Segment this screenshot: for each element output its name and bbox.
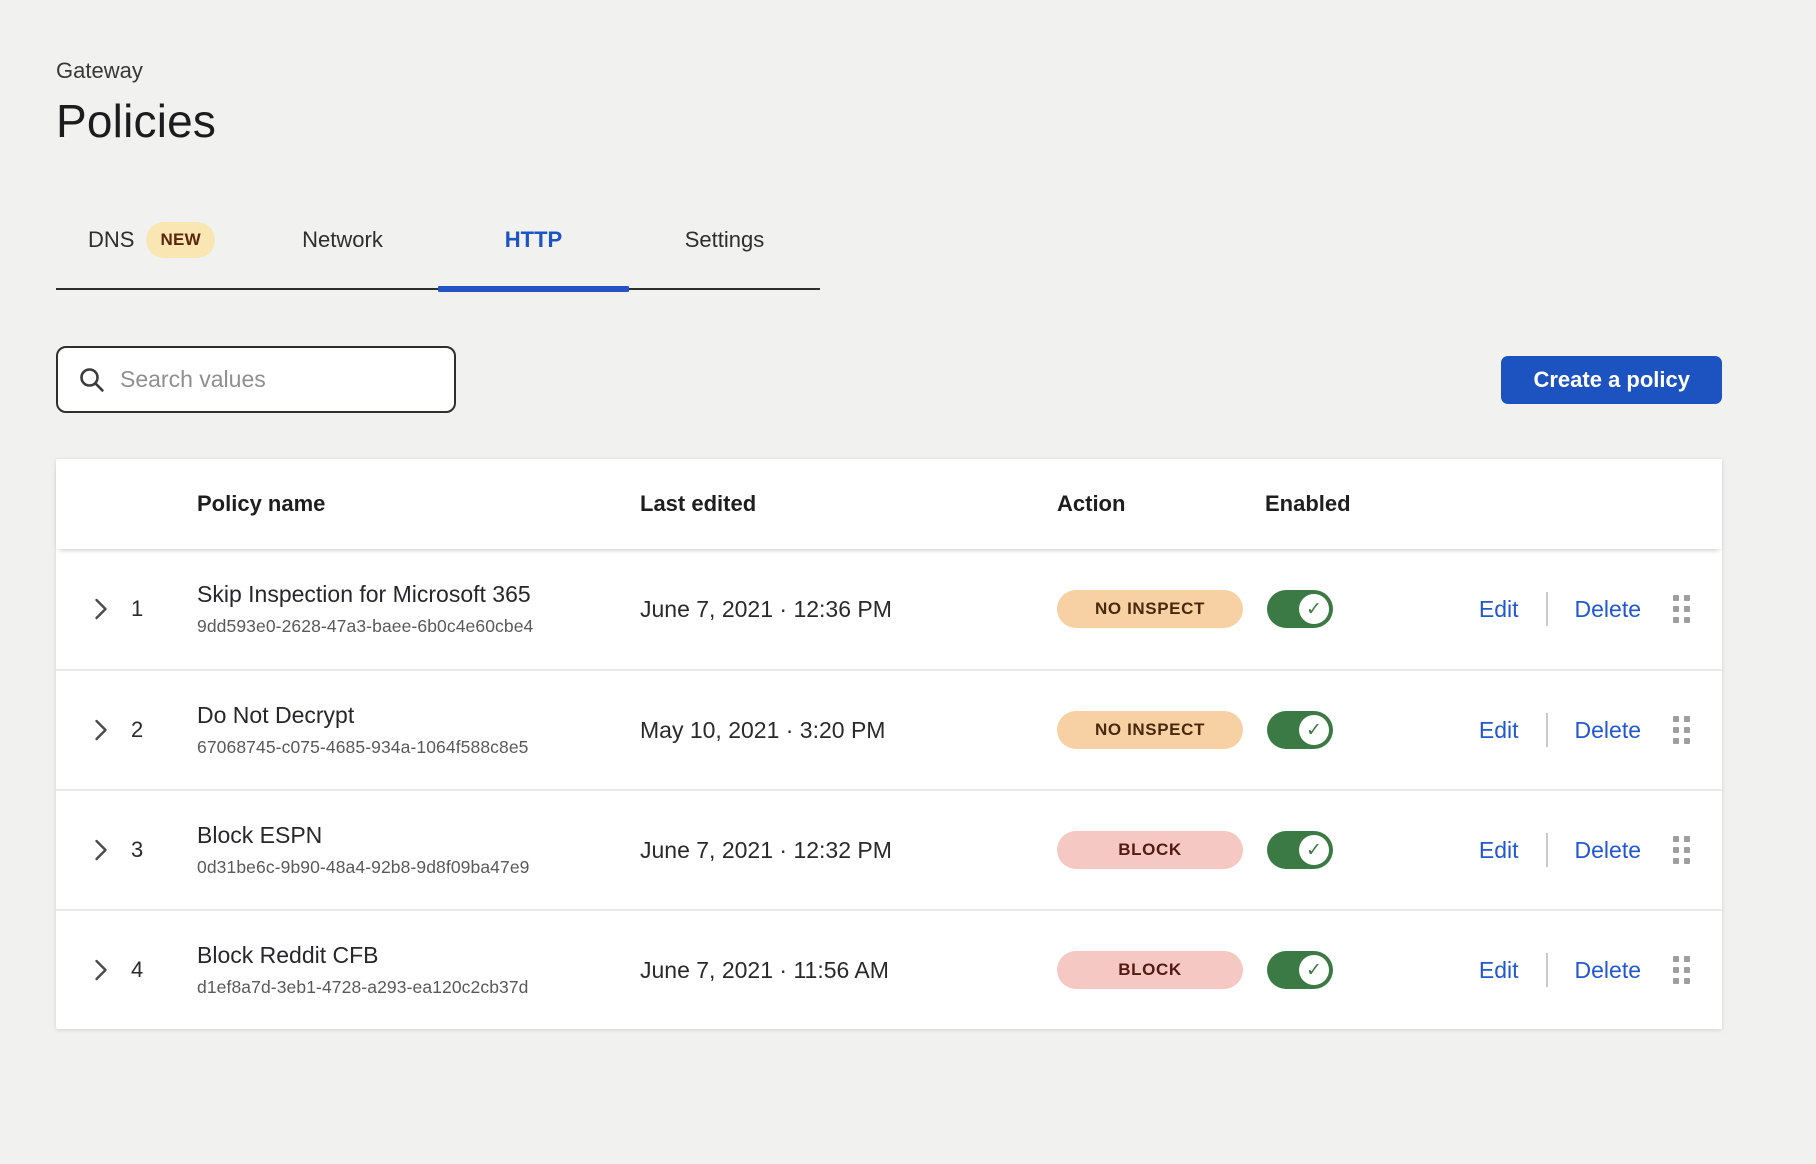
tab-new-badge: NEW <box>146 222 215 258</box>
policy-name: Do Not Decrypt <box>197 702 640 729</box>
row-actions: Edit Delete <box>1455 833 1722 867</box>
toolbar: Create a policy <box>56 346 1722 413</box>
enabled-toggle[interactable]: ✓ <box>1267 590 1333 628</box>
edit-link[interactable]: Edit <box>1479 717 1519 744</box>
delete-link[interactable]: Delete <box>1575 596 1641 623</box>
tab-label: HTTP <box>505 227 562 253</box>
column-header-action: Action <box>1057 491 1265 517</box>
policy-name-cell: Block Reddit CFB d1ef8a7d-3eb1-4728-a293… <box>197 942 640 998</box>
action-badge: BLOCK <box>1057 831 1243 869</box>
drag-handle-icon[interactable] <box>1673 595 1690 623</box>
action-cell: BLOCK <box>1057 831 1265 869</box>
table-row: 1 Skip Inspection for Microsoft 365 9dd5… <box>56 549 1722 669</box>
column-header-policy-name: Policy name <box>197 491 640 517</box>
column-header-enabled: Enabled <box>1265 491 1455 517</box>
breadcrumb: Gateway <box>56 58 1722 84</box>
table-row: 4 Block Reddit CFB d1ef8a7d-3eb1-4728-a2… <box>56 909 1722 1029</box>
table-row: 2 Do Not Decrypt 67068745-c075-4685-934a… <box>56 669 1722 789</box>
last-edited: June 7, 2021 · 11:56 AM <box>640 957 1057 984</box>
action-cell: NO INSPECT <box>1057 711 1265 749</box>
column-header-last-edited: Last edited <box>640 491 1057 517</box>
chevron-right-icon <box>94 838 108 862</box>
policy-name-cell: Do Not Decrypt 67068745-c075-4685-934a-1… <box>197 702 640 758</box>
action-divider <box>1546 713 1548 747</box>
enabled-toggle[interactable]: ✓ <box>1267 951 1333 989</box>
row-actions: Edit Delete <box>1455 953 1722 987</box>
row-number: 4 <box>131 957 197 983</box>
action-divider <box>1546 833 1548 867</box>
row-actions: Edit Delete <box>1455 592 1722 626</box>
enabled-cell: ✓ <box>1265 831 1455 869</box>
action-divider <box>1546 592 1548 626</box>
enabled-toggle[interactable]: ✓ <box>1267 711 1333 749</box>
tab-label: Network <box>302 227 383 253</box>
check-icon: ✓ <box>1299 835 1329 865</box>
drag-handle-icon[interactable] <box>1673 956 1690 984</box>
policy-name-cell: Skip Inspection for Microsoft 365 9dd593… <box>197 581 640 637</box>
create-policy-button[interactable]: Create a policy <box>1501 356 1722 404</box>
tab-settings[interactable]: Settings <box>629 212 820 288</box>
table-body: 1 Skip Inspection for Microsoft 365 9dd5… <box>56 549 1722 1029</box>
delete-link[interactable]: Delete <box>1575 957 1641 984</box>
policy-uuid: 67068745-c075-4685-934a-1064f588c8e5 <box>197 737 640 758</box>
search-box[interactable] <box>56 346 456 413</box>
action-cell: NO INSPECT <box>1057 590 1265 628</box>
drag-handle-icon[interactable] <box>1673 836 1690 864</box>
expand-row-button[interactable] <box>56 718 131 742</box>
gateway-policies-page: Gateway Policies DNS NEW Network HTTP Se… <box>0 0 1816 1164</box>
policies-table: Policy name Last edited Action Enabled 1… <box>56 459 1722 1029</box>
tab-network[interactable]: Network <box>247 212 438 288</box>
tab-label: DNS <box>88 227 134 253</box>
table-row: 3 Block ESPN 0d31be6c-9b90-48a4-92b8-9d8… <box>56 789 1722 909</box>
last-edited: May 10, 2021 · 3:20 PM <box>640 717 1057 744</box>
delete-link[interactable]: Delete <box>1575 837 1641 864</box>
enabled-toggle[interactable]: ✓ <box>1267 831 1333 869</box>
action-badge: NO INSPECT <box>1057 590 1243 628</box>
action-badge: NO INSPECT <box>1057 711 1243 749</box>
drag-handle-icon[interactable] <box>1673 716 1690 744</box>
action-cell: BLOCK <box>1057 951 1265 989</box>
last-edited: June 7, 2021 · 12:32 PM <box>640 837 1057 864</box>
tab-http[interactable]: HTTP <box>438 212 629 288</box>
action-badge: BLOCK <box>1057 951 1243 989</box>
policy-uuid: d1ef8a7d-3eb1-4728-a293-ea120c2cb37d <box>197 977 640 998</box>
policy-name-cell: Block ESPN 0d31be6c-9b90-48a4-92b8-9d8f0… <box>197 822 640 878</box>
policy-name: Block Reddit CFB <box>197 942 640 969</box>
delete-link[interactable]: Delete <box>1575 717 1641 744</box>
chevron-right-icon <box>94 958 108 982</box>
enabled-cell: ✓ <box>1265 590 1455 628</box>
enabled-cell: ✓ <box>1265 711 1455 749</box>
check-icon: ✓ <box>1299 594 1329 624</box>
row-number: 2 <box>131 717 197 743</box>
edit-link[interactable]: Edit <box>1479 596 1519 623</box>
action-divider <box>1546 953 1548 987</box>
row-number: 3 <box>131 837 197 863</box>
tab-dns[interactable]: DNS NEW <box>56 212 247 288</box>
check-icon: ✓ <box>1299 955 1329 985</box>
last-edited: June 7, 2021 · 12:36 PM <box>640 596 1057 623</box>
edit-link[interactable]: Edit <box>1479 957 1519 984</box>
edit-link[interactable]: Edit <box>1479 837 1519 864</box>
expand-row-button[interactable] <box>56 958 131 982</box>
search-input[interactable] <box>120 366 434 393</box>
expand-row-button[interactable] <box>56 838 131 862</box>
table-header: Policy name Last edited Action Enabled <box>56 459 1722 549</box>
page-title: Policies <box>56 94 1722 148</box>
chevron-right-icon <box>94 718 108 742</box>
row-number: 1 <box>131 596 197 622</box>
expand-row-button[interactable] <box>56 597 131 621</box>
policy-name: Skip Inspection for Microsoft 365 <box>197 581 640 608</box>
tab-bar: DNS NEW Network HTTP Settings <box>56 212 820 290</box>
policy-uuid: 9dd593e0-2628-47a3-baee-6b0c4e60cbe4 <box>197 616 640 637</box>
search-icon <box>78 366 105 393</box>
policy-uuid: 0d31be6c-9b90-48a4-92b8-9d8f09ba47e9 <box>197 857 640 878</box>
policy-name: Block ESPN <box>197 822 640 849</box>
chevron-right-icon <box>94 597 108 621</box>
row-actions: Edit Delete <box>1455 713 1722 747</box>
check-icon: ✓ <box>1299 715 1329 745</box>
tab-label: Settings <box>685 227 765 253</box>
enabled-cell: ✓ <box>1265 951 1455 989</box>
